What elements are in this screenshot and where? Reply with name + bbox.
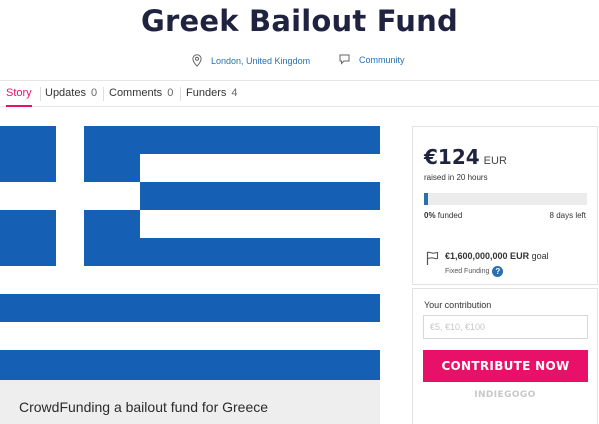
- flag-icon: [426, 251, 439, 271]
- greek-flag-graphic: [0, 126, 380, 380]
- indiegogo-logo: INDIEGOGO: [474, 390, 536, 400]
- tab-count: 4: [231, 87, 238, 99]
- funded-label: funded: [437, 211, 463, 220]
- category-text: Community: [359, 54, 405, 65]
- contribution-input[interactable]: [423, 315, 588, 339]
- tab-count: 0: [90, 87, 98, 99]
- campaign-image-greek-flag: [0, 126, 380, 380]
- tab-count: 0: [167, 87, 174, 99]
- tab-label: Funders: [186, 87, 227, 99]
- campaign-title: Greek Bailout Fund: [141, 4, 458, 38]
- funding-type-label: Fixed Funding: [445, 268, 490, 275]
- tab-divider: [180, 87, 181, 101]
- amount-currency: EUR: [483, 155, 507, 167]
- tab-divider: [103, 87, 104, 101]
- location-pin-icon: [192, 54, 202, 67]
- percent-value: 0%: [424, 211, 436, 220]
- tab-story[interactable]: Story: [6, 81, 32, 107]
- tab-label: Comments: [109, 87, 163, 99]
- location-text: London, United Kingdom: [211, 55, 311, 66]
- progress-bar: [424, 193, 587, 205]
- tab-funders[interactable]: Funders 4: [186, 81, 237, 107]
- funding-type: Fixed Funding ?: [445, 266, 549, 277]
- goal-label: goal: [531, 251, 549, 261]
- funding-goal: €1,600,000,000 EUR goal Fixed Funding ?: [426, 251, 549, 277]
- category-icon: [339, 54, 350, 65]
- help-icon[interactable]: ?: [492, 266, 504, 277]
- tab-updates[interactable]: Updates 0: [45, 81, 97, 107]
- amount-value: €124: [424, 145, 480, 169]
- raised-amount: €124 EUR: [424, 145, 507, 169]
- goal-text: €1,600,000,000 EUR goal: [445, 251, 549, 261]
- location-link[interactable]: London, United Kingdom: [192, 54, 310, 67]
- contribute-now-button[interactable]: CONTRIBUTE NOW: [423, 350, 588, 382]
- tab-comments[interactable]: Comments 0: [109, 81, 173, 107]
- campaign-meta: London, United Kingdom Community: [0, 54, 599, 70]
- funding-panel: €124 EUR raised in 20 hours 0% funded 8 …: [412, 126, 598, 285]
- goal-amount: €1,600,000,000 EUR: [445, 251, 530, 261]
- category-link[interactable]: Community: [339, 54, 405, 65]
- contribution-label: Your contribution: [424, 300, 492, 310]
- progress-fill: [424, 193, 429, 205]
- raised-duration: raised in 20 hours: [424, 173, 488, 182]
- tab-divider: [40, 87, 41, 101]
- tab-label: Story: [6, 87, 32, 99]
- contribution-panel: Your contribution CONTRIBUTE NOW INDIEGO…: [412, 288, 598, 424]
- funded-percent: 0% funded: [424, 211, 462, 220]
- tab-bar: Story Updates 0 Comments 0 Funders 4: [0, 80, 599, 107]
- image-caption: CrowdFunding a bailout fund for Greece: [0, 380, 380, 424]
- tab-label: Updates: [45, 87, 86, 99]
- days-left: 8 days left: [549, 211, 586, 220]
